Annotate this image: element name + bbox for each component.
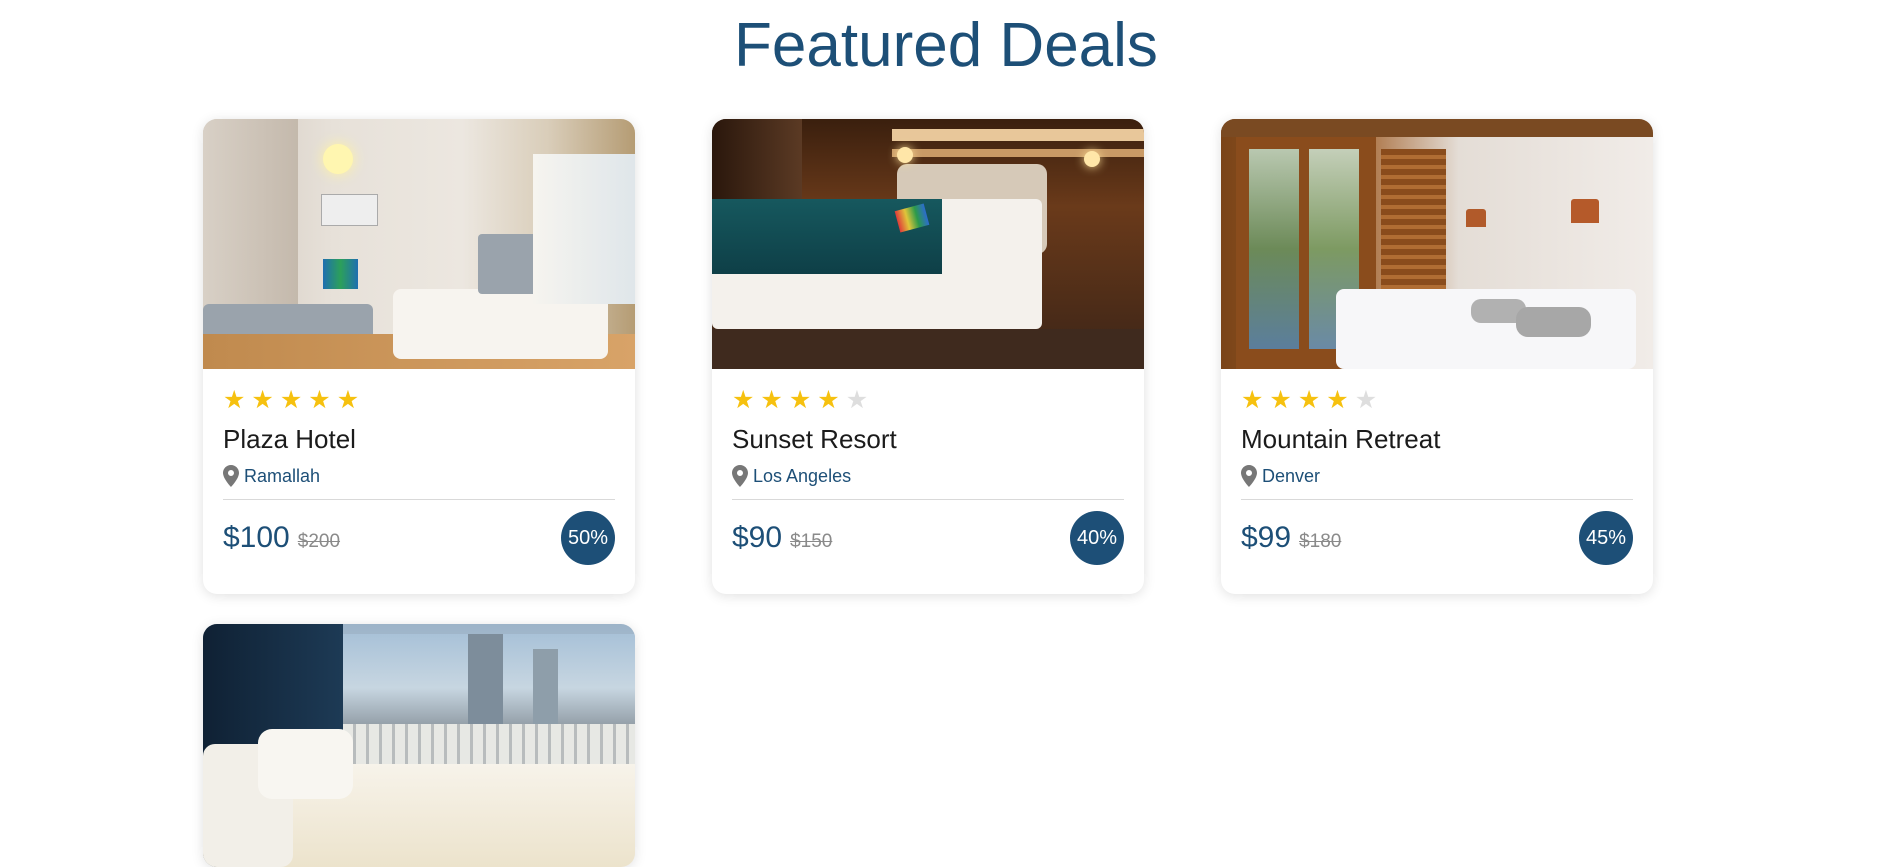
star-icon: ★ bbox=[1269, 386, 1292, 414]
current-price: $99 bbox=[1241, 521, 1292, 554]
discount-badge: 45% bbox=[1579, 511, 1633, 565]
star-icon: ★ bbox=[760, 386, 783, 414]
star-icon: ★ bbox=[251, 386, 274, 414]
page-title: Featured Deals bbox=[734, 11, 1158, 80]
deal-card[interactable]: ★ ★ ★ ★ ★ Sunset Resort Los Angeles $90 … bbox=[712, 119, 1144, 594]
location-text: Ramallah bbox=[244, 465, 321, 486]
divider bbox=[1241, 499, 1633, 500]
map-pin-icon bbox=[223, 465, 239, 487]
star-icon: ★ bbox=[1241, 386, 1264, 414]
original-price: $180 bbox=[1299, 531, 1342, 552]
star-icon: ★ bbox=[336, 386, 360, 414]
location-text: Los Angeles bbox=[753, 465, 852, 486]
original-price: $150 bbox=[790, 531, 833, 552]
star-icon: ★ bbox=[279, 386, 303, 414]
star-icon: ★ bbox=[845, 386, 869, 414]
star-icon: ★ bbox=[732, 386, 755, 414]
discount-badge: 50% bbox=[561, 511, 615, 565]
price-row: $100 $200 50% bbox=[223, 511, 615, 565]
deal-card[interactable]: ★ ★ ★ ★ ★ Plaza Hotel Ramallah $100 $200… bbox=[203, 119, 635, 594]
hotel-location: Los Angeles bbox=[732, 465, 1124, 487]
star-icon: ★ bbox=[308, 386, 331, 414]
star-icon: ★ bbox=[1297, 386, 1321, 414]
price-row: $90 $150 40% bbox=[732, 511, 1124, 565]
current-price: $90 bbox=[732, 521, 783, 554]
hotel-image[interactable] bbox=[1221, 119, 1653, 369]
star-icon: ★ bbox=[223, 386, 246, 414]
discount-badge: 40% bbox=[1070, 511, 1124, 565]
original-price: $200 bbox=[297, 531, 341, 552]
deal-card[interactable] bbox=[203, 624, 635, 867]
hotel-image[interactable] bbox=[203, 119, 635, 369]
star-icon: ★ bbox=[1326, 386, 1349, 414]
hotel-image[interactable] bbox=[712, 119, 1144, 369]
star-icon: ★ bbox=[788, 386, 812, 414]
map-pin-icon bbox=[732, 465, 748, 487]
deals-grid: ★ ★ ★ ★ ★ Plaza Hotel Ramallah $100 $200… bbox=[203, 119, 1659, 867]
divider bbox=[223, 499, 615, 500]
rating-stars: ★ ★ ★ ★ ★ bbox=[1241, 387, 1633, 413]
rating-stars: ★ ★ ★ ★ ★ bbox=[732, 387, 1124, 413]
hotel-location: Denver bbox=[1241, 465, 1633, 487]
star-icon: ★ bbox=[817, 386, 840, 414]
hotel-location: Ramallah bbox=[223, 465, 615, 487]
hotel-name[interactable]: Sunset Resort bbox=[732, 423, 1124, 455]
rating-stars: ★ ★ ★ ★ ★ bbox=[223, 387, 615, 413]
hotel-name[interactable]: Mountain Retreat bbox=[1241, 423, 1633, 455]
star-icon: ★ bbox=[1354, 386, 1378, 414]
price-row: $99 $180 45% bbox=[1241, 511, 1633, 565]
hotel-image[interactable] bbox=[203, 624, 635, 867]
divider bbox=[732, 499, 1124, 500]
map-pin-icon bbox=[1241, 465, 1257, 487]
location-text: Denver bbox=[1262, 465, 1321, 486]
deal-card[interactable]: ★ ★ ★ ★ ★ Mountain Retreat Denver $99 $1… bbox=[1221, 119, 1653, 594]
current-price: $100 bbox=[223, 521, 290, 554]
hotel-name[interactable]: Plaza Hotel bbox=[223, 423, 615, 455]
